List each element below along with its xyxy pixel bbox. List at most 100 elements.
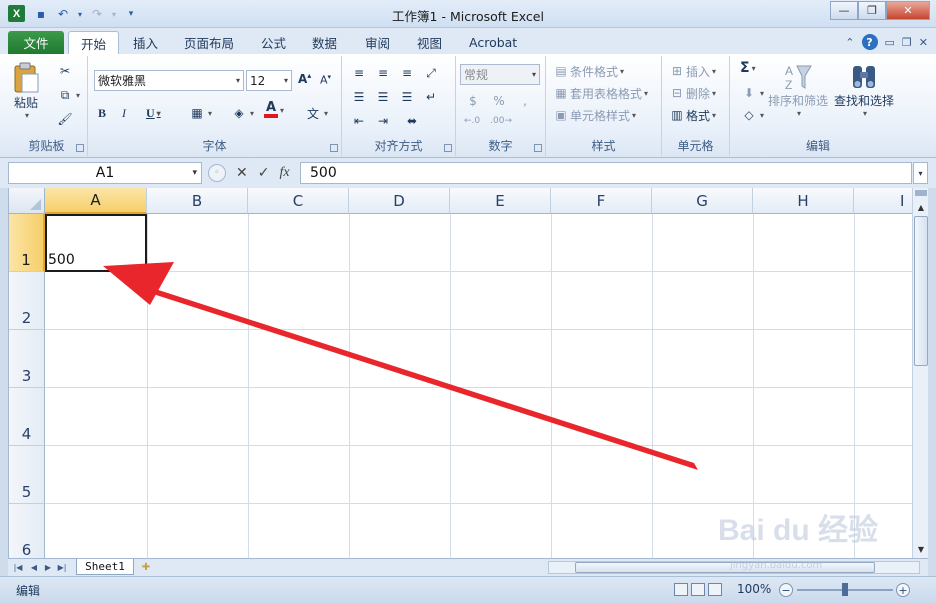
column-header-b[interactable]: B [147,188,248,214]
decrease-indent-icon[interactable]: ⇤ [350,112,368,130]
zoom-slider-knob[interactable] [842,583,848,596]
borders-button[interactable]: ▦ ▾ [188,104,212,122]
sort-filter-button[interactable]: AZ 排序和筛选 ▾ [768,62,828,118]
doc-minimize-icon[interactable]: ▭ [885,36,895,49]
zoom-out-icon[interactable]: − [779,583,793,597]
paste-dropdown-icon[interactable]: ▾ [25,111,29,120]
font-name-combo[interactable]: 微软雅黑 ▾ [94,70,244,91]
shrink-font-button[interactable]: A▾ [320,73,331,87]
font-size-combo[interactable]: 12 ▾ [246,70,292,91]
minimize-button[interactable]: — [830,1,858,20]
cancel-entry-button[interactable]: ✕ [236,165,248,181]
comma-style-button[interactable]: , [516,92,534,110]
doc-restore-icon[interactable]: ❐ [902,36,912,49]
select-all-button[interactable] [9,188,45,214]
vertical-scrollbar[interactable]: ▲ ▼ [912,188,928,558]
last-sheet-icon[interactable]: ▶| [56,561,68,574]
tab-home[interactable]: 开始 [68,31,120,54]
fill-button[interactable]: ⬇ ▾ [740,84,764,102]
number-format-combo[interactable]: 常规 ▾ [460,64,540,85]
column-header-d[interactable]: D [349,188,450,214]
doc-close-icon[interactable]: ✕ [919,36,928,49]
alignment-launcher-icon[interactable] [444,144,452,152]
formula-input[interactable]: 500 [300,162,912,184]
row-header-4[interactable]: 4 [9,388,45,446]
column-header-e[interactable]: E [450,188,551,214]
row-header-5[interactable]: 5 [9,446,45,504]
column-header-a[interactable]: A [45,188,147,214]
phonetic-button[interactable]: 文 ▾ [304,104,328,122]
name-box-dropdown-icon[interactable]: ▾ [192,168,197,178]
tab-review[interactable]: 审阅 [353,31,402,54]
align-middle-icon[interactable]: ≡ [374,64,392,82]
insert-function-button[interactable]: fx [279,165,289,181]
row-header-1[interactable]: 1 [9,214,45,272]
column-header-g[interactable]: G [652,188,753,214]
italic-button[interactable]: I [122,106,126,121]
next-sheet-icon[interactable]: ▶ [42,561,54,574]
prev-sheet-icon[interactable]: ◀ [28,561,40,574]
align-top-icon[interactable]: ≡ [350,64,368,82]
column-header-c[interactable]: C [248,188,349,214]
enter-entry-button[interactable]: ✓ [258,165,270,181]
underline-button[interactable]: U ▾ [146,106,161,121]
clipboard-launcher-icon[interactable] [76,144,84,152]
vertical-scroll-thumb[interactable] [914,216,928,366]
horizontal-scroll-thumb[interactable] [575,562,875,573]
first-sheet-icon[interactable]: |◀ [12,561,24,574]
conditional-format-button[interactable]: ▤ 条件格式 ▾ [552,62,624,80]
format-as-table-button[interactable]: ▦ 套用表格格式 ▾ [552,84,648,102]
close-button[interactable]: ✕ [886,1,930,20]
tab-insert[interactable]: 插入 [121,31,170,54]
align-bottom-icon[interactable]: ≡ [398,64,416,82]
clear-button[interactable]: ◇ ▾ [740,106,764,124]
split-box[interactable] [915,190,927,196]
tab-formulas[interactable]: 公式 [249,31,298,54]
delete-cells-button[interactable]: ⊟ 删除 ▾ [668,84,716,102]
column-header-i[interactable]: I [854,188,912,214]
wrap-text-icon[interactable]: ↵ [422,88,440,106]
zoom-in-icon[interactable]: + [896,583,910,597]
accounting-format-icon[interactable]: $ [464,92,482,110]
find-select-button[interactable]: 查找和选择 ▾ [834,62,894,118]
scroll-up-icon[interactable]: ▲ [913,200,929,214]
increase-indent-icon[interactable]: ⇥ [374,112,392,130]
sheet-tab-sheet1[interactable]: Sheet1 [76,559,134,575]
row-header-6[interactable]: 6 [9,504,45,558]
percent-style-button[interactable]: % [490,92,508,110]
page-break-view-icon[interactable] [708,583,722,596]
tab-view[interactable]: 视图 [405,31,454,54]
name-box[interactable]: A1 ▾ [8,162,202,184]
cell-styles-button[interactable]: ▣ 单元格样式 ▾ [552,106,636,124]
grow-font-button[interactable]: A▴ [298,71,311,86]
align-right-icon[interactable]: ☰ [398,88,416,106]
insert-sheet-icon[interactable]: ✚ [138,560,154,574]
merge-center-icon[interactable]: ⬌ [398,112,426,130]
scroll-down-icon[interactable]: ▼ [913,542,929,556]
decrease-decimal-icon[interactable]: .00→ [490,116,512,126]
copy-button[interactable]: ⧉ ▾ [56,86,80,104]
minimize-ribbon-icon[interactable]: ⌃ [845,36,854,49]
help-icon[interactable]: ? [861,34,878,50]
tab-file[interactable]: 文件 [8,31,64,54]
row-header-2[interactable]: 2 [9,272,45,330]
autosum-button[interactable]: Σ ▾ [740,60,756,76]
align-left-icon[interactable]: ☰ [350,88,368,106]
zoom-level[interactable]: 100% [737,582,771,596]
splitter-handle-icon[interactable]: ◦ [208,164,226,182]
tab-acrobat[interactable]: Acrobat [457,31,529,54]
fill-color-button[interactable]: ◈ ▾ [230,104,254,122]
format-cells-button[interactable]: ▥ 格式 ▾ [668,106,716,124]
cut-button[interactable]: ✂ [56,62,74,80]
bold-button[interactable]: B [98,106,106,121]
format-painter-button[interactable]: 🖌 [56,110,74,128]
column-header-f[interactable]: F [551,188,652,214]
paste-button[interactable]: 粘贴 ▾ [12,62,40,120]
worksheet-grid[interactable]: A B C D E F G H I 1 2 3 4 5 6 500 [8,188,912,558]
column-header-h[interactable]: H [753,188,854,214]
expand-formula-bar-icon[interactable]: ▾ [913,162,928,184]
number-launcher-icon[interactable] [534,144,542,152]
row-header-3[interactable]: 3 [9,330,45,388]
align-center-icon[interactable]: ☰ [374,88,392,106]
font-launcher-icon[interactable] [330,144,338,152]
